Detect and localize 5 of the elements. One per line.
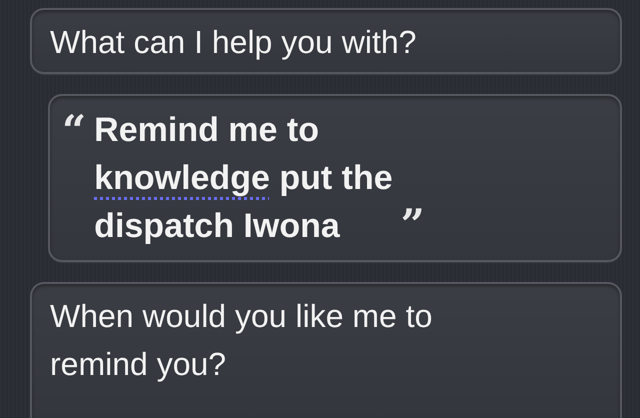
response-text: What can I help you with? <box>50 24 416 60</box>
quote-mark: “ <box>62 106 86 156</box>
quote-mark: ” <box>400 200 425 250</box>
response-text: When would you like me to remind you? <box>50 298 432 382</box>
query-text: Remind me to knowledge put the dispatch Iwona <box>94 110 393 247</box>
